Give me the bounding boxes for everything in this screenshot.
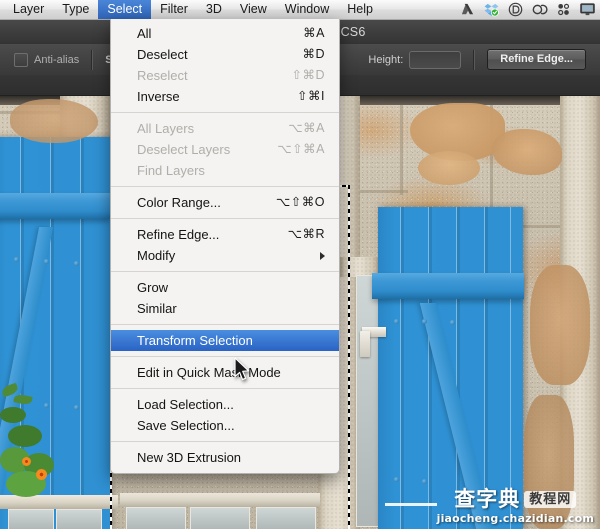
height-input[interactable]	[409, 50, 462, 69]
menu-separator	[111, 271, 339, 272]
menu-item-label: Modify	[137, 248, 176, 263]
menu-view[interactable]: View	[231, 0, 276, 19]
menu-item-save-selection[interactable]: Save Selection...	[111, 415, 339, 436]
menu-item-shortcut: ⌥⌘A	[288, 121, 325, 135]
menu-item-label: Color Range...	[137, 195, 221, 210]
menu-item-edit-in-quick-mask-mode[interactable]: Edit in Quick Mask Mode	[111, 362, 339, 383]
menu-window[interactable]: Window	[276, 0, 338, 19]
menu-item-label: Reselect	[137, 68, 188, 83]
menu-item-label: Transform Selection	[137, 333, 253, 348]
window-sill-left	[0, 495, 118, 509]
menu-help[interactable]: Help	[338, 0, 382, 19]
menu-item-label: Edit in Quick Mask Mode	[137, 365, 281, 380]
flower	[36, 469, 47, 480]
app-grid-icon[interactable]	[555, 2, 572, 17]
creative-cloud-icon[interactable]	[531, 2, 548, 17]
watermark-tag-cn: 教程网	[524, 491, 577, 508]
stone-patch	[530, 265, 590, 385]
shutter-right	[372, 207, 524, 529]
watermark: 查字典 教程网 jiaocheng.chazidian.com	[384, 487, 594, 525]
window-glass-lower-2	[190, 507, 250, 529]
menu-item-label: All Layers	[137, 121, 195, 136]
menu-item-find-layers: Find Layers	[111, 160, 339, 181]
options-divider-2	[473, 49, 476, 70]
options-divider	[91, 49, 94, 70]
menu-item-label: Grow	[137, 280, 169, 295]
menu-item-shortcut: ⌥⇧⌘A	[277, 142, 325, 156]
foliage-leaf	[0, 407, 26, 423]
system-menu-bar: Layer Type Select Filter 3D View Window …	[0, 0, 600, 20]
menu-item-modify[interactable]: Modify	[111, 245, 339, 266]
menu-separator	[111, 324, 339, 325]
menu-item-shortcut: ⌘D	[302, 47, 325, 61]
menu-item-label: Similar	[137, 301, 177, 316]
menu-item-shortcut: ⌥⇧⌘O	[275, 195, 325, 209]
stone-patch	[10, 99, 98, 143]
menu-item-label: Deselect	[137, 47, 188, 62]
menu-item-inverse[interactable]: Inverse ⇧⌘I	[111, 86, 339, 107]
menu-layer[interactable]: Layer	[4, 0, 53, 19]
menu-item-label: All	[137, 26, 152, 41]
anti-alias-label: Anti-alias	[34, 53, 80, 66]
window-glass-lower-1	[126, 507, 186, 529]
window-sill-center	[120, 493, 320, 507]
menu-item-reselect: Reselect ⇧⌘D	[111, 65, 339, 86]
mortar-seam	[400, 105, 403, 195]
shutter-latch-right	[360, 331, 370, 357]
flower	[22, 457, 31, 466]
submenu-arrow-icon	[320, 251, 325, 260]
menu-item-shortcut: ⌥⌘R	[287, 227, 325, 241]
menu-bar-status-items	[459, 2, 600, 17]
menu-item-deselect-layers: Deselect Layers ⌥⇧⌘A	[111, 139, 339, 160]
menu-item-label: New 3D Extrusion	[137, 450, 242, 465]
watermark-url: jiaocheng.chazidian.com	[436, 512, 594, 525]
menu-filter[interactable]: Filter	[151, 0, 197, 19]
watermark-brand-cn: 查字典	[454, 487, 521, 511]
refine-edge-button[interactable]: Refine Edge...	[487, 49, 586, 70]
menu-type[interactable]: Type	[53, 0, 98, 19]
display-icon[interactable]	[579, 2, 596, 17]
menu-item-grow[interactable]: Grow	[111, 277, 339, 298]
menu-item-refine-edge[interactable]: Refine Edge... ⌥⌘R	[111, 224, 339, 245]
menu-item-label: Deselect Layers	[137, 142, 231, 157]
window-glass-lower-3	[256, 507, 316, 529]
window-glass-lower-left	[8, 509, 54, 529]
anti-alias-checkbox[interactable]	[14, 52, 28, 67]
foliage-leaf	[8, 425, 42, 447]
menu-item-shortcut: ⇧⌘D	[291, 68, 325, 82]
menu-item-deselect[interactable]: Deselect ⌘D	[111, 44, 339, 65]
menu-separator	[111, 356, 339, 357]
menu-item-label: Save Selection...	[137, 418, 235, 433]
menu-item-all-layers: All Layers ⌥⌘A	[111, 118, 339, 139]
menu-item-similar[interactable]: Similar	[111, 298, 339, 319]
menu-item-load-selection[interactable]: Load Selection...	[111, 394, 339, 415]
menu-item-label: Find Layers	[137, 163, 205, 178]
bittorrent-icon[interactable]	[507, 2, 524, 17]
photoshop-screenshot: 查字典 教程网 jiaocheng.chazidian.com Adobe Ph…	[0, 0, 600, 529]
select-menu-dropdown[interactable]: All ⌘A Deselect ⌘D Reselect ⇧⌘D Inverse ⇧⌘I All …	[110, 19, 340, 474]
mouse-cursor	[234, 357, 250, 381]
watermark-bar	[384, 503, 437, 506]
window-glass-lower-left2	[56, 509, 102, 529]
menu-item-shortcut: ⌘A	[303, 26, 325, 40]
menu-item-transform-selection[interactable]: Transform Selection	[111, 330, 339, 351]
menu-3d[interactable]: 3D	[197, 0, 231, 19]
menu-separator	[111, 112, 339, 113]
menu-item-new-3d-extrusion[interactable]: New 3D Extrusion	[111, 447, 339, 468]
menu-item-label: Load Selection...	[137, 397, 234, 412]
menu-item-label: Inverse	[137, 89, 180, 104]
menu-item-all[interactable]: All ⌘A	[111, 23, 339, 44]
dropbox-icon[interactable]	[483, 2, 500, 17]
menu-separator	[111, 441, 339, 442]
menu-item-shortcut: ⇧⌘I	[297, 89, 325, 103]
menu-item-label: Refine Edge...	[137, 227, 220, 242]
menu-separator	[111, 388, 339, 389]
menu-separator	[111, 186, 339, 187]
menu-item-color-range[interactable]: Color Range... ⌥⇧⌘O	[111, 192, 339, 213]
stone-patch	[418, 151, 480, 185]
google-drive-icon[interactable]	[459, 2, 476, 17]
menu-select[interactable]: Select	[98, 0, 152, 19]
height-label: Height:	[368, 53, 404, 66]
menu-separator	[111, 218, 339, 219]
